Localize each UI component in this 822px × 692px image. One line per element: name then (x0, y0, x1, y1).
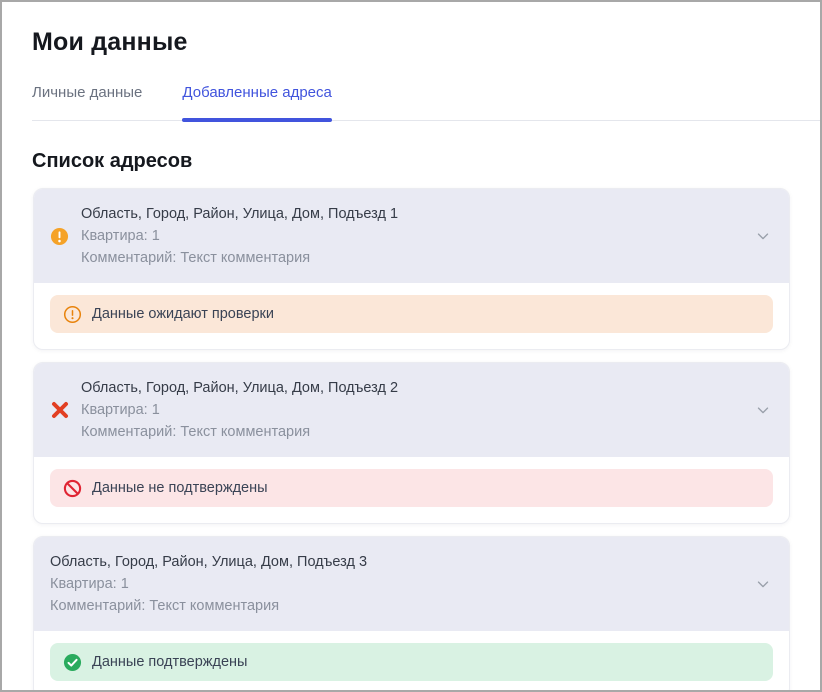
status-banner-pending: Данные ожидают проверки (50, 295, 773, 333)
tabs: Личные данные Добавленные адреса (32, 84, 820, 121)
block-icon (63, 479, 82, 498)
address-card-pending: Область, Город, Район, Улица, Дом, Подъе… (33, 188, 790, 350)
address-card-header[interactable]: Область, Город, Район, Улица, Дом, Подъе… (34, 363, 789, 457)
status-banner-rejected: Данные не подтверждены (50, 469, 773, 507)
address-info: Область, Город, Район, Улица, Дом, Подъе… (81, 203, 741, 269)
section-title: Список адресов (32, 150, 790, 173)
cross-icon (50, 401, 69, 420)
comment-line: Комментарий: Текст комментария (81, 421, 741, 443)
chevron-down-icon[interactable] (753, 400, 773, 420)
tab-personal-data[interactable]: Личные данные (32, 84, 142, 120)
address-card-rejected: Область, Город, Район, Улица, Дом, Подъе… (33, 362, 790, 524)
apartment-line: Квартира: 1 (50, 573, 741, 595)
alert-outline-circle-icon (63, 305, 82, 324)
chevron-down-icon[interactable] (753, 574, 773, 594)
tab-added-addresses[interactable]: Добавленные адреса (182, 84, 331, 120)
status-text: Данные подтверждены (92, 654, 247, 670)
page-title: Мои данные (32, 28, 790, 57)
address-info: Область, Город, Район, Улица, Дом, Подъе… (50, 551, 741, 617)
warning-circle-icon (50, 227, 69, 246)
address-line: Область, Город, Район, Улица, Дом, Подъе… (50, 551, 741, 573)
status-text: Данные ожидают проверки (92, 306, 274, 322)
comment-line: Комментарий: Текст комментария (81, 247, 741, 269)
address-card-header[interactable]: Область, Город, Район, Улица, Дом, Подъе… (34, 189, 789, 283)
address-line: Область, Город, Район, Улица, Дом, Подъе… (81, 203, 741, 225)
address-list: Область, Город, Район, Улица, Дом, Подъе… (33, 188, 790, 692)
address-line: Область, Город, Район, Улица, Дом, Подъе… (81, 377, 741, 399)
comment-line: Комментарий: Текст комментария (50, 595, 741, 617)
apartment-line: Квартира: 1 (81, 399, 741, 421)
address-info: Область, Город, Район, Улица, Дом, Подъе… (81, 377, 741, 443)
my-data-page: Мои данные Личные данные Добавленные адр… (0, 0, 822, 692)
chevron-down-icon[interactable] (753, 226, 773, 246)
active-tab-indicator (182, 118, 331, 122)
status-text: Данные не подтверждены (92, 480, 268, 496)
apartment-line: Квартира: 1 (81, 225, 741, 247)
address-card-header[interactable]: Область, Город, Район, Улица, Дом, Подъе… (34, 537, 789, 631)
address-card-confirmed: Область, Город, Район, Улица, Дом, Подъе… (33, 536, 790, 692)
check-circle-icon (63, 653, 82, 672)
status-banner-confirmed: Данные подтверждены (50, 643, 773, 681)
tab-added-addresses-label: Добавленные адреса (182, 84, 331, 101)
tab-personal-data-label: Личные данные (32, 84, 142, 101)
